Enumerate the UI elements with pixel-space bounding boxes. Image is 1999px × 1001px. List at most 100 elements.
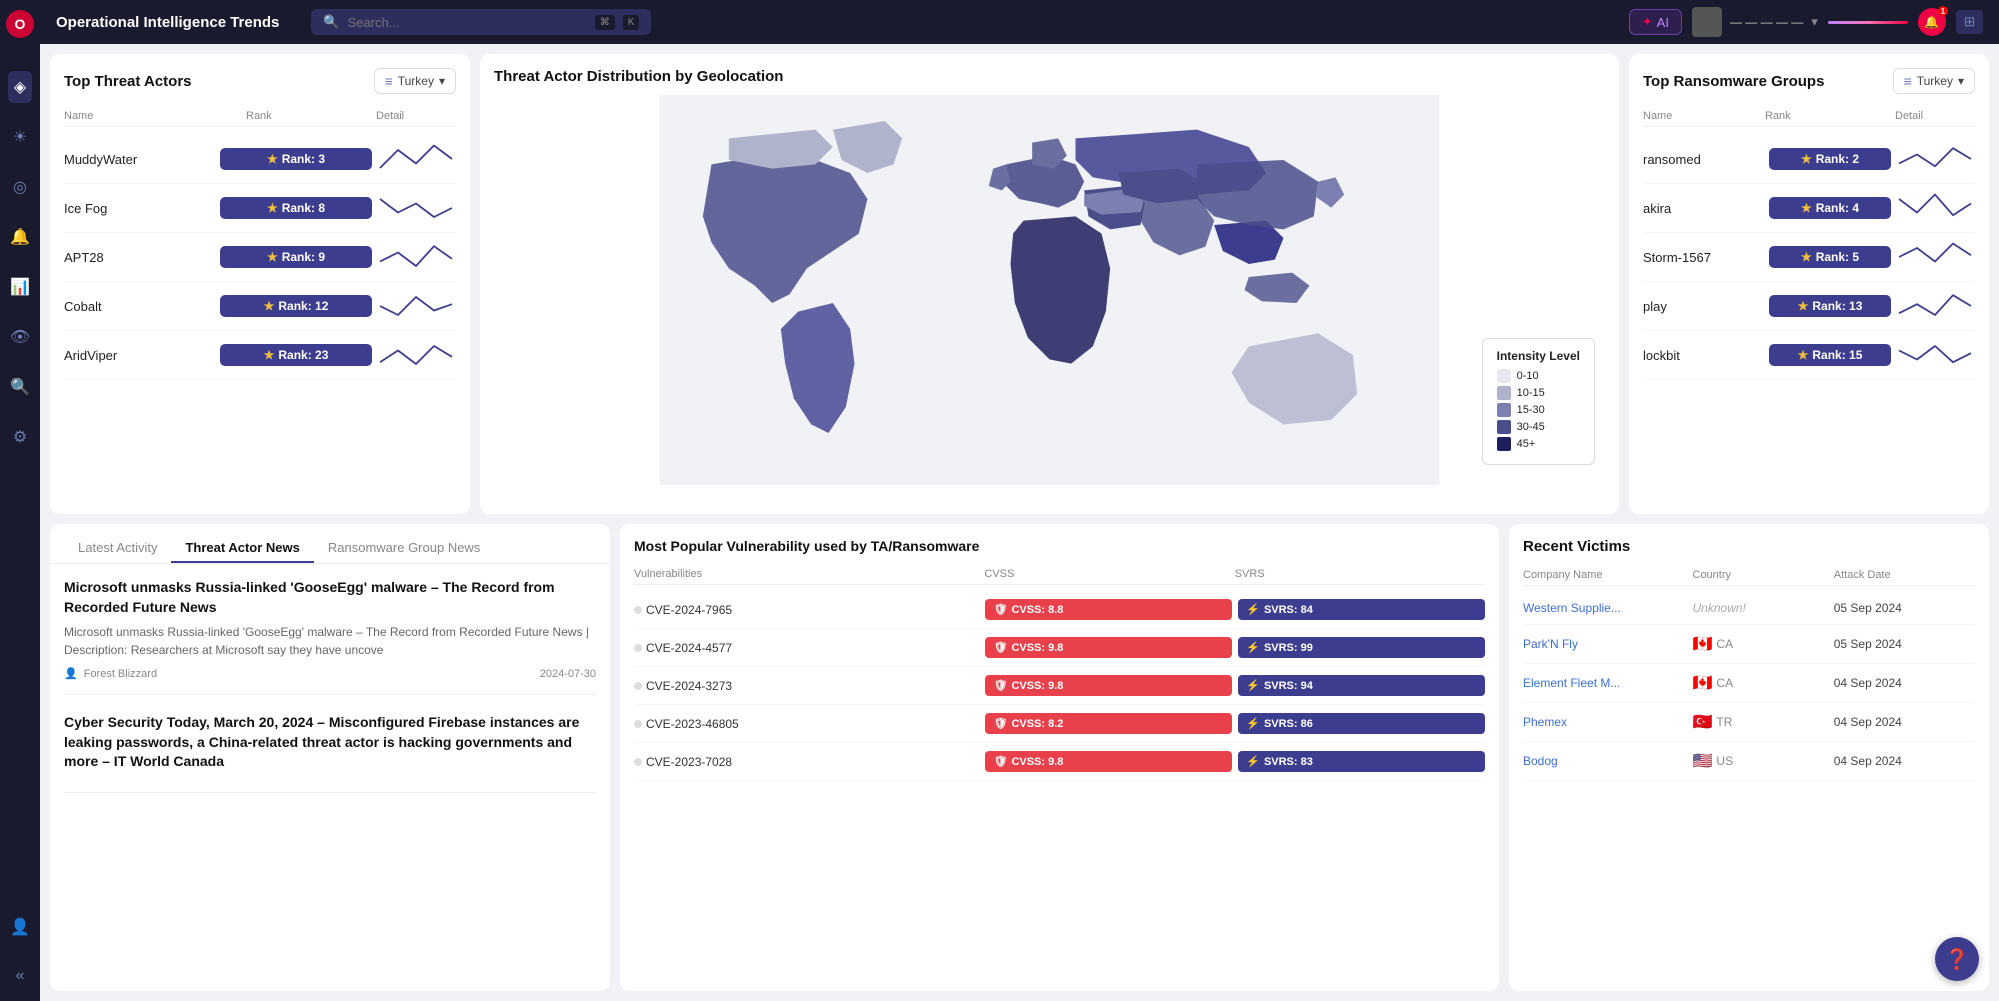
star-icon-0: ★ (267, 152, 278, 166)
news-title-1: Microsoft unmasks Russia-linked 'GooseEg… (64, 578, 596, 617)
threat-actor-row-2: APT28 ★ Rank: 9 (64, 233, 456, 282)
actor-name-0: MuddyWater (64, 152, 216, 167)
chat-button[interactable]: ❓ (1935, 937, 1979, 981)
actor-sparkline-0 (376, 141, 456, 177)
rw-rank-1[interactable]: ★ Rank: 4 (1769, 197, 1891, 219)
actor-sparkline-4 (376, 337, 456, 373)
star-icon-4: ★ (264, 348, 275, 362)
tab-latest-activity[interactable]: Latest Activity (64, 534, 171, 563)
threat-actors-filter-label: Turkey (398, 74, 434, 88)
cvss-badge-4: 🛡 CVSS: 9.8 (985, 751, 1232, 772)
map-panel: Threat Actor Distribution by Geolocation (480, 54, 1619, 514)
victim-country-0: Unknown! (1693, 601, 1834, 615)
sidebar-collapse[interactable]: « (10, 961, 31, 991)
search-bar[interactable]: 🔍 ⌘ K (311, 9, 651, 35)
vuln-id-2: CVE-2024-3273 (634, 679, 979, 693)
map-container: Intensity Level 0-10 10-15 15-30 30-45 4… (494, 95, 1605, 485)
ransomware-row-3: play ★ Rank: 13 (1643, 282, 1975, 331)
ransomware-filter-label: Turkey (1917, 74, 1953, 88)
legend-item-2: 15-30 (1497, 403, 1580, 417)
legend-color-1 (1497, 386, 1511, 400)
rw-sparkline-4 (1895, 337, 1975, 373)
actor-name-4: AridViper (64, 348, 216, 363)
sidebar-item-home[interactable]: ◈ (8, 71, 32, 103)
victim-name-3[interactable]: Phemex (1523, 715, 1693, 729)
sidebar-item-analytics[interactable]: 📊 (4, 271, 36, 303)
rw-sparkline-3 (1895, 288, 1975, 324)
sidebar-item-dashboard[interactable]: ☀ (7, 121, 33, 153)
cvss-badge-3: 🛡 CVSS: 8.2 (985, 713, 1232, 734)
ransomware-rows: ransomed ★ Rank: 2 akira ★ Rank: 4 Storm… (1643, 135, 1975, 380)
country-code-1: CA (1716, 637, 1733, 651)
filter-icon: ≡ (385, 73, 393, 89)
news-item-2: Cyber Security Today, March 20, 2024 – M… (64, 713, 596, 793)
actor-rank-1[interactable]: ★ Rank: 8 (220, 197, 372, 219)
search-kbd2: K (623, 15, 640, 30)
rw-rank-4[interactable]: ★ Rank: 15 (1769, 344, 1891, 366)
threat-actors-title: Top Threat Actors (64, 73, 192, 90)
actor-rank-0[interactable]: ★ Rank: 3 (220, 148, 372, 170)
threat-actors-filter[interactable]: ≡ Turkey ▾ (374, 68, 456, 94)
victim-name-2[interactable]: Element Fleet M... (1523, 676, 1693, 690)
svrs-icon-0: ⚡ (1246, 603, 1260, 616)
author-icon: 👤 (64, 667, 78, 680)
news-desc-1: Microsoft unmasks Russia-linked 'GooseEg… (64, 623, 596, 659)
actor-name-3: Cobalt (64, 299, 216, 314)
victim-date-4: 04 Sep 2024 (1834, 754, 1975, 768)
star-icon-3: ★ (264, 299, 275, 313)
notif-icon: 🔔 (1924, 15, 1939, 29)
victim-name-4[interactable]: Bodog (1523, 754, 1693, 768)
threat-actor-row-0: MuddyWater ★ Rank: 3 (64, 135, 456, 184)
victim-name-0[interactable]: Western Supplie... (1523, 601, 1693, 615)
news-author-1: Forest Blizzard (84, 668, 157, 680)
sidebar-item-targets[interactable]: ◎ (7, 171, 33, 203)
sidebar-item-eye[interactable]: 👁 (4, 321, 36, 353)
tab-threat-actor-news[interactable]: Threat Actor News (171, 534, 313, 563)
col-detail: Detail (376, 110, 456, 122)
col-name: Name (64, 110, 246, 122)
tab-ransomware-news[interactable]: Ransomware Group News (314, 534, 494, 563)
victim-date-1: 05 Sep 2024 (1834, 637, 1975, 651)
filter-icon-rw: ≡ (1904, 73, 1912, 89)
search-input[interactable] (348, 15, 587, 30)
actor-rank-3[interactable]: ★ Rank: 12 (220, 295, 372, 317)
cvss-badge-2: 🛡 CVSS: 9.8 (985, 675, 1232, 696)
rw-col-name: Name (1643, 110, 1765, 122)
news-date-1: 2024-07-30 (540, 668, 596, 680)
country-code-4: US (1716, 754, 1733, 768)
search-kbd1: ⌘ (595, 15, 615, 30)
actor-rank-2[interactable]: ★ Rank: 9 (220, 246, 372, 268)
ransomware-filter[interactable]: ≡ Turkey ▾ (1893, 68, 1975, 94)
svrs-icon-3: ⚡ (1246, 717, 1260, 730)
legend-color-0 (1497, 369, 1511, 383)
notification-button[interactable]: 🔔 1 (1918, 8, 1946, 36)
world-map (494, 95, 1605, 485)
rw-rank-3[interactable]: ★ Rank: 13 (1769, 295, 1891, 317)
star-icon-1: ★ (267, 201, 278, 215)
rw-rank-2[interactable]: ★ Rank: 5 (1769, 246, 1891, 268)
legend-label-0: 0-10 (1517, 370, 1539, 382)
actor-rank-4[interactable]: ★ Rank: 23 (220, 344, 372, 366)
sidebar-item-settings[interactable]: ⚙ (7, 421, 33, 453)
vuln-dot-2 (634, 682, 642, 690)
flag-4: 🇺🇸 (1693, 751, 1713, 771)
ai-button[interactable]: ✦ AI (1629, 9, 1682, 35)
news-meta-1: 👤 Forest Blizzard 2024-07-30 (64, 667, 596, 680)
sidebar-item-intel[interactable]: 🔍 (4, 371, 36, 403)
sidebar-item-user[interactable]: 👤 (4, 911, 36, 943)
vuln-dot-3 (634, 720, 642, 728)
svrs-icon-1: ⚡ (1246, 641, 1260, 654)
victim-name-1[interactable]: Park'N Fly (1523, 637, 1693, 651)
app-logo[interactable]: O (6, 10, 34, 43)
chevron-down-icon[interactable]: ▾ (1811, 14, 1818, 30)
sidebar-item-alerts[interactable]: 🔔 (4, 221, 36, 253)
grid-button[interactable]: ⊞ (1956, 10, 1983, 34)
cvss-icon-0: 🛡 (993, 603, 1007, 616)
chat-icon: ❓ (1945, 947, 1970, 972)
victim-row-2: Element Fleet M... 🇨🇦CA 04 Sep 2024 (1523, 664, 1975, 703)
brand-bar (1828, 21, 1908, 24)
legend-color-4 (1497, 437, 1511, 451)
main-area: Operational Intelligence Trends 🔍 ⌘ K ✦ … (40, 0, 1999, 1001)
filter-chevron-icon: ▾ (439, 74, 445, 88)
rw-rank-0[interactable]: ★ Rank: 2 (1769, 148, 1891, 170)
